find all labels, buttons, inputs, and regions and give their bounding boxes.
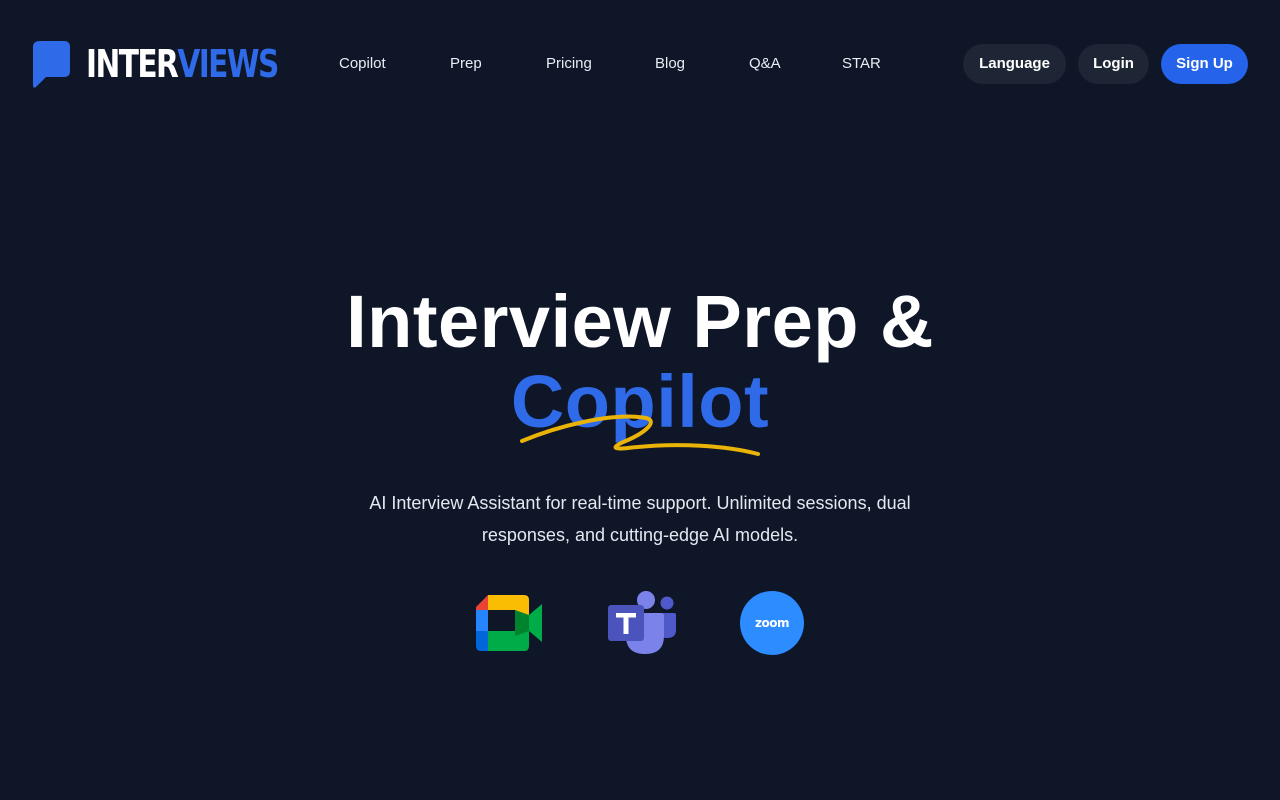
nav-item-prep[interactable]: Prep [450, 52, 482, 76]
brand-logo[interactable]: INTERVIEWS [32, 38, 332, 90]
brand-name-part2: VIEWS [177, 42, 279, 86]
nav-item-copilot[interactable]: Copilot [339, 52, 386, 76]
brand-wordmark: INTERVIEWS [86, 42, 279, 86]
brand-name-part1: INTER [86, 42, 179, 86]
chat-bubble-icon [33, 41, 70, 88]
nav-item-blog[interactable]: Blog [655, 52, 685, 76]
login-button[interactable]: Login [1078, 44, 1149, 84]
hero-title-line1: Interview Prep & [346, 280, 934, 363]
google-meet-icon[interactable] [476, 590, 544, 656]
nav-item-qa[interactable]: Q&A [749, 52, 781, 76]
zoom-icon-label: zoom [755, 616, 789, 630]
hero-subtitle: AI Interview Assistant for real-time sup… [369, 493, 911, 545]
signup-button[interactable]: Sign Up [1161, 44, 1248, 84]
site-header: INTERVIEWS Copilot Prep Pricing Blog Q&A… [0, 0, 1280, 128]
nav-item-pricing[interactable]: Pricing [546, 52, 592, 76]
language-button[interactable]: Language [963, 44, 1066, 84]
underline-squiggle [520, 414, 760, 456]
landing-page: INTERVIEWS Copilot Prep Pricing Blog Q&A… [0, 0, 1280, 800]
microsoft-teams-icon[interactable] [608, 590, 676, 656]
nav-item-star[interactable]: STAR [842, 52, 881, 76]
zoom-icon[interactable]: zoom [740, 591, 804, 655]
